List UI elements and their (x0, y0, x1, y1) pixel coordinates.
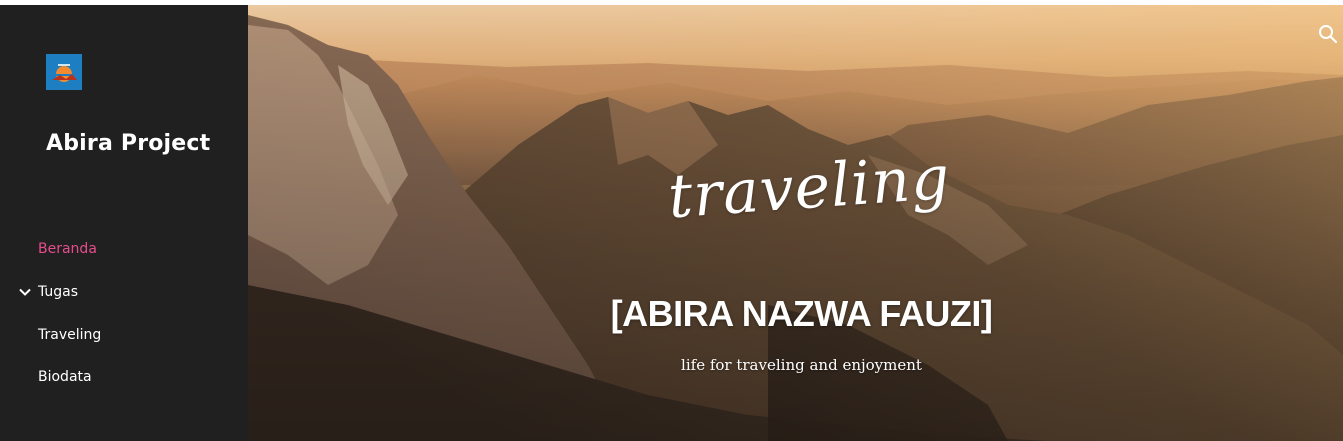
hero-subtitle: life for traveling and enjoyment (681, 356, 922, 374)
hero-banner: traveling [ABIRA NAZWA FAUZI] life for t… (248, 5, 1343, 441)
site-logo[interactable] (46, 54, 82, 90)
nav-item-tugas-label: Tugas (38, 284, 79, 300)
search-icon[interactable] (1317, 23, 1339, 45)
nav-item-tugas[interactable]: Tugas (19, 284, 79, 300)
nav-item-traveling[interactable]: Traveling (38, 327, 101, 343)
chevron-down-icon[interactable] (18, 285, 32, 299)
site-title[interactable]: Abira Project (46, 131, 210, 156)
hero-heading: [ABIRA NAZWA FAUZI] (610, 293, 993, 334)
nav-item-biodata[interactable]: Biodata (38, 369, 92, 385)
nav-item-beranda[interactable]: Beranda (38, 241, 97, 257)
sidebar: Abira Project Beranda Tugas Traveling Bi… (0, 5, 248, 441)
sunset-logo-icon (46, 54, 82, 90)
